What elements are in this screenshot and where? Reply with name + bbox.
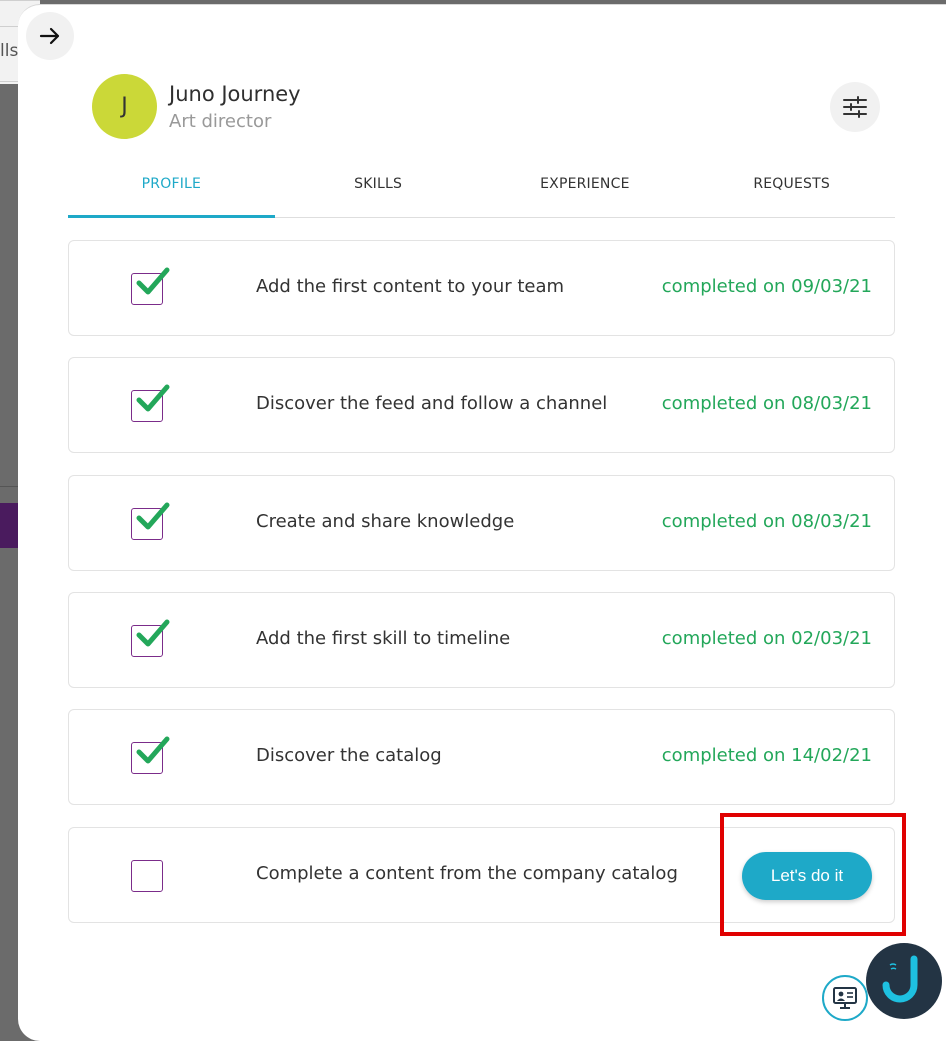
tab-requests[interactable]: REQUESTS [688,160,895,217]
task-status: completed on 02/03/21 [661,628,872,649]
tab-skills[interactable]: SKILLS [275,160,482,217]
task-card: Complete a content from the company cata… [68,827,895,923]
task-card: Discover the catalog completed on 14/02/… [68,709,895,805]
settings-button[interactable] [830,82,880,132]
checkmark-icon [136,736,170,764]
user-role: Art director [169,111,272,132]
task-checkbox[interactable] [131,736,170,774]
juno-logo-icon [882,955,918,1003]
checkmark-icon [136,267,170,295]
task-status: completed on 08/03/21 [661,393,872,414]
avatar-initial: J [121,94,128,119]
tab-profile[interactable]: PROFILE [68,160,275,218]
task-label: Add the first skill to timeline [256,628,511,649]
help-button[interactable] [822,975,868,1021]
arrow-right-icon [39,27,60,45]
task-label: Discover the catalog [256,745,442,766]
task-card: Discover the feed and follow a channel c… [68,357,895,453]
tab-experience[interactable]: EXPERIENCE [482,160,689,217]
avatar: J [92,74,157,139]
task-label: Add the first content to your team [256,276,565,297]
task-label: Complete a content from the company cata… [256,863,678,884]
close-drawer-button[interactable] [26,12,74,60]
sliders-icon [843,96,867,118]
checkmark-icon [136,502,170,530]
task-checkbox[interactable] [131,384,170,422]
task-label: Discover the feed and follow a channel [256,393,608,414]
task-checkbox[interactable] [131,267,170,305]
task-status: completed on 14/02/21 [661,745,872,766]
task-checkbox[interactable] [131,502,170,540]
task-card: Create and share knowledge completed on … [68,475,895,571]
presentation-icon [833,987,857,1009]
task-checkbox[interactable] [131,860,163,892]
user-name: Juno Journey [169,82,301,106]
background-partial-text: lls [0,41,19,61]
checkmark-icon [136,619,170,647]
profile-tabs: PROFILE SKILLS EXPERIENCE REQUESTS [68,160,895,218]
juno-assistant-button[interactable] [866,943,942,1019]
checkmark-icon [136,384,170,412]
task-card: Add the first content to your team compl… [68,240,895,336]
task-label: Create and share knowledge [256,511,515,532]
task-status: completed on 08/03/21 [661,511,872,532]
task-checkbox[interactable] [131,619,170,657]
task-status: completed on 09/03/21 [661,276,872,297]
lets-do-it-button[interactable]: Let's do it [742,852,872,900]
task-card: Add the first skill to timeline complete… [68,592,895,688]
